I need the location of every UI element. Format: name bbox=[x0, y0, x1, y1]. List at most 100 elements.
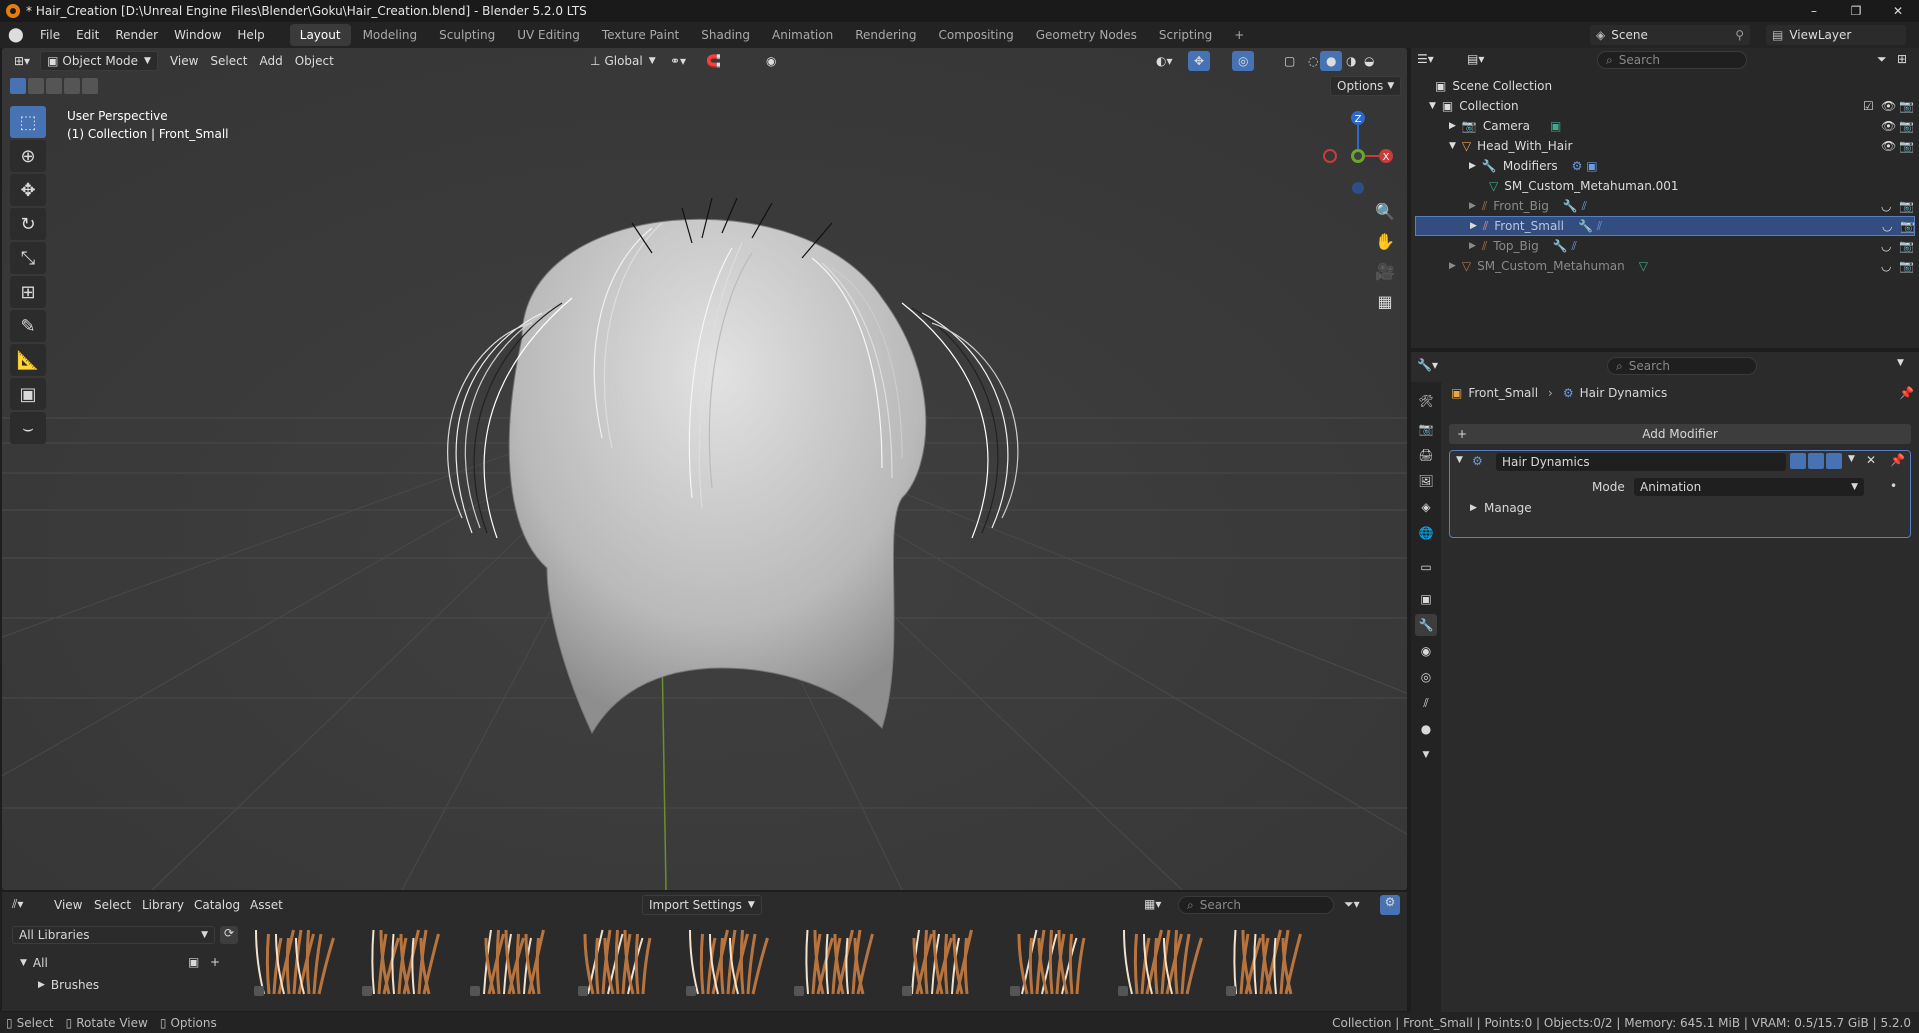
pan-icon[interactable]: ✋ bbox=[1372, 228, 1398, 254]
chevron-right-icon[interactable]: ▶ bbox=[1469, 161, 1476, 171]
eye-closed-icon[interactable]: ◡ bbox=[1881, 259, 1891, 273]
3d-viewport[interactable]: ⊞▾ ▣ Object Mode ▼ View Select Add Objec… bbox=[2, 48, 1407, 890]
select-subtract-icon[interactable] bbox=[46, 78, 62, 94]
chevron-right-icon[interactable]: ▶ bbox=[1449, 121, 1456, 131]
eye-icon[interactable]: 👁 bbox=[1881, 99, 1896, 113]
properties-search-input[interactable]: ⌕ Search bbox=[1607, 357, 1757, 375]
proportional-edit-icon[interactable]: ◉ bbox=[760, 51, 782, 71]
rendered-shading-icon[interactable]: ◒ bbox=[1358, 51, 1380, 71]
overlay-toggle-icon[interactable]: ◎ bbox=[1232, 51, 1255, 71]
tab-uv-editing[interactable]: UV Editing bbox=[507, 24, 590, 46]
viewlayer-selector[interactable]: ▤ ViewLayer bbox=[1766, 25, 1906, 45]
hair-brush-thumbnail[interactable] bbox=[466, 922, 556, 1002]
tab-modeling[interactable]: Modeling bbox=[353, 24, 428, 46]
hair-brush-thumbnail[interactable] bbox=[574, 922, 664, 1002]
blender-menu-icon[interactable]: ⬤ bbox=[8, 28, 26, 42]
cursor-tool[interactable]: ⊕ bbox=[10, 140, 46, 172]
chevron-down-icon[interactable]: ▼ bbox=[1415, 744, 1437, 766]
pin-icon[interactable]: ⚲ bbox=[1735, 28, 1744, 42]
tab-rendering[interactable]: Rendering bbox=[845, 24, 926, 46]
gizmo-neg-z-icon[interactable] bbox=[1352, 182, 1364, 194]
scene-tab-icon[interactable]: ◈ bbox=[1415, 496, 1437, 518]
library-dropdown[interactable]: All Libraries ▼ bbox=[12, 926, 215, 944]
menu-window[interactable]: Window bbox=[166, 22, 229, 48]
physics-tab-icon[interactable]: ◎ bbox=[1415, 666, 1437, 688]
asset-editor-icon[interactable]: ⫽▾ bbox=[12, 897, 23, 912]
viewport-toggle-icon[interactable] bbox=[1808, 453, 1824, 469]
hair-brush-thumbnail[interactable] bbox=[358, 922, 448, 1002]
menu-add[interactable]: Add bbox=[253, 51, 288, 71]
settings-gear-icon[interactable]: ⚙ bbox=[1380, 895, 1400, 915]
world-tab-icon[interactable]: 🌐 bbox=[1415, 522, 1437, 544]
outliner-row-sm-custom-metahuman[interactable]: ▶ ▽ SM_Custom_Metahuman ▽ ◡ 📷 bbox=[1415, 256, 1915, 276]
perspective-toggle-icon[interactable]: ▦ bbox=[1372, 288, 1398, 314]
view-layer-tab-icon[interactable]: 🖼 bbox=[1415, 470, 1437, 492]
visibility-icon[interactable]: ◐▾ bbox=[1150, 51, 1179, 71]
chevron-down-icon[interactable]: ▼ bbox=[1429, 101, 1436, 111]
chevron-down-icon[interactable]: ▼ bbox=[1456, 455, 1463, 465]
gizmo-toggle-icon[interactable]: ✥ bbox=[1188, 51, 1211, 71]
pin-icon[interactable]: 📌 bbox=[1890, 453, 1905, 467]
render-tab-icon[interactable]: 📷 bbox=[1415, 418, 1437, 440]
tab-sculpting[interactable]: Sculpting bbox=[429, 24, 505, 46]
tab-compositing[interactable]: Compositing bbox=[928, 24, 1023, 46]
keyframe-dot-icon[interactable]: • bbox=[1890, 479, 1897, 493]
collection-tab-icon[interactable]: ▭ bbox=[1415, 556, 1437, 578]
curve-tool[interactable]: ⌣ bbox=[10, 412, 46, 444]
menu-render[interactable]: Render bbox=[107, 22, 166, 48]
outliner-row-collection[interactable]: ▼ ▣ Collection ☑ 👁 📷 bbox=[1415, 96, 1915, 116]
hair-brush-thumbnail[interactable] bbox=[790, 922, 880, 1002]
camera-render-icon[interactable]: 📷 bbox=[1899, 99, 1914, 113]
new-collection-icon[interactable]: ⊞ bbox=[1897, 52, 1907, 66]
minimize-button[interactable]: – bbox=[1793, 0, 1835, 22]
close-button[interactable]: ✕ bbox=[1877, 0, 1919, 22]
select-intersect-icon[interactable] bbox=[82, 78, 98, 94]
scale-tool[interactable]: ⤡ bbox=[10, 242, 46, 274]
camera-render-icon[interactable]: 📷 bbox=[1900, 219, 1915, 233]
tab-scripting[interactable]: Scripting bbox=[1149, 24, 1222, 46]
filter-icon[interactable]: ⏷ bbox=[1877, 52, 1887, 67]
asset-menu-view[interactable]: View bbox=[48, 895, 88, 915]
camera-view-icon[interactable]: 🎥 bbox=[1372, 258, 1398, 284]
camera-data-icon[interactable]: ▣ bbox=[1550, 119, 1561, 133]
add-modifier-button[interactable]: + Add Modifier bbox=[1449, 424, 1911, 444]
refresh-icon[interactable]: ⟳ bbox=[220, 926, 238, 944]
chevron-right-icon[interactable]: ▶ bbox=[38, 980, 45, 990]
zoom-icon[interactable]: 🔍 bbox=[1372, 198, 1398, 224]
chevron-right-icon[interactable]: ▶ bbox=[1469, 201, 1476, 211]
transform-tool[interactable]: ⊞ bbox=[10, 276, 46, 308]
select-extend-icon[interactable] bbox=[28, 78, 44, 94]
menu-select[interactable]: Select bbox=[204, 51, 253, 71]
checkbox-icon[interactable]: ☑ bbox=[1863, 99, 1874, 113]
menu-edit[interactable]: Edit bbox=[68, 22, 107, 48]
camera-render-icon[interactable]: 📷 bbox=[1899, 239, 1914, 253]
add-cube-tool[interactable]: ▣ bbox=[10, 378, 46, 410]
chevron-right-icon[interactable]: ▶ bbox=[1449, 261, 1456, 271]
navigation-gizmo[interactable]: Z X bbox=[1310, 106, 1400, 206]
properties-editor-icon[interactable]: 🔧▾ bbox=[1417, 358, 1438, 372]
chevron-down-icon[interactable]: ▼ bbox=[1897, 358, 1904, 368]
asset-menu-library[interactable]: Library bbox=[136, 895, 190, 915]
chevron-right-icon[interactable]: ▶ bbox=[1469, 241, 1476, 251]
outliner-editor-icon[interactable]: ☰▾ bbox=[1417, 52, 1434, 66]
data-tab-icon[interactable]: ⫽ bbox=[1415, 692, 1437, 714]
camera-render-icon[interactable]: 📷 bbox=[1899, 139, 1914, 153]
tab-texture-paint[interactable]: Texture Paint bbox=[592, 24, 689, 46]
outliner-row-sm-custom-metahuman-001[interactable]: ▽ SM_Custom_Metahuman.001 bbox=[1415, 176, 1915, 196]
object-mode-dropdown[interactable]: ▣ Object Mode ▼ bbox=[40, 51, 158, 71]
asset-menu-asset[interactable]: Asset bbox=[244, 895, 289, 915]
chevron-down-icon[interactable]: ▼ bbox=[1848, 454, 1855, 464]
select-invert-icon[interactable] bbox=[64, 78, 80, 94]
outliner-search-input[interactable]: ⌕ Search bbox=[1597, 51, 1747, 69]
pivot-icon[interactable]: ⚭▾ bbox=[664, 51, 692, 71]
close-icon[interactable]: ✕ bbox=[1866, 453, 1876, 467]
display-mode-icon[interactable]: ▦▾ bbox=[1144, 897, 1161, 911]
tab-animation[interactable]: Animation bbox=[762, 24, 843, 46]
chevron-down-icon[interactable]: ▼ bbox=[1449, 141, 1456, 151]
add-workspace-button[interactable]: + bbox=[1224, 24, 1254, 46]
chevron-right-icon[interactable]: ▶ bbox=[1470, 221, 1477, 231]
outliner-row-front-small[interactable]: ▶ ⫽ Front_Small 🔧 ⫽ ◡ 📷 bbox=[1415, 216, 1915, 236]
hair-brush-thumbnail[interactable] bbox=[250, 922, 340, 1002]
select-new-icon[interactable] bbox=[10, 78, 26, 94]
import-settings-dropdown[interactable]: Import Settings ▼ bbox=[642, 895, 762, 915]
